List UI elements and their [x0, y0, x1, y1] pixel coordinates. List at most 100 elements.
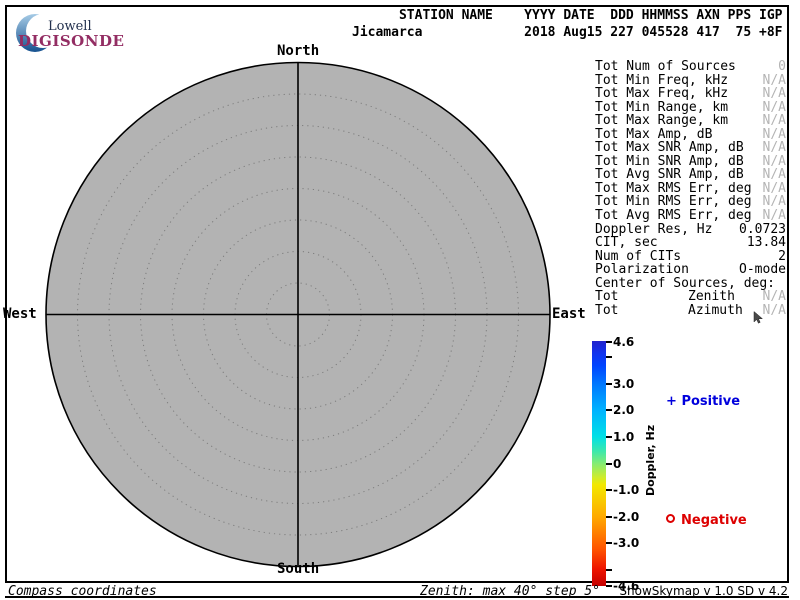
stat-row: Tot Max SNR Amp, dB N/A: [593, 141, 786, 155]
stat-value: N/A: [763, 155, 786, 169]
stat-label: Tot Min RMS Err, deg: [595, 195, 752, 209]
compass-label-north: North: [277, 43, 319, 59]
stat-value: N/A: [763, 304, 786, 318]
stat-label: Tot Avg RMS Err, deg: [595, 209, 752, 223]
stat-row: Tot Min Range, km N/A: [593, 101, 786, 115]
stat-label: Tot Num of Sources: [595, 60, 736, 74]
colorbar-tick: [606, 585, 612, 587]
mouse-cursor-icon: [753, 311, 765, 324]
stat-value: N/A: [763, 209, 786, 223]
stat-label: Tot Min Freq, kHz: [595, 74, 728, 88]
stat-value: N/A: [763, 101, 786, 115]
stat-row: Tot Min RMS Err, deg N/A: [593, 195, 786, 209]
statistics-panel: Tot Num of Sources0Tot Min Freq, kHzN/AT…: [593, 60, 786, 317]
stat-value: N/A: [763, 141, 786, 155]
stat-row: Tot Max Freq, kHz N/A: [593, 87, 786, 101]
stat-label: Tot Max Amp, dB: [595, 128, 712, 142]
stat-value: N/A: [763, 114, 786, 128]
legend-negative: Negative: [666, 513, 747, 528]
stat-label: Doppler Res, Hz: [595, 223, 712, 237]
stat-value: N/A: [763, 182, 786, 196]
stat-row: Tot Num of Sources 0: [593, 60, 786, 74]
showskymap-window: Lowell DIGISONDE STATION NAME YYYY DATE …: [0, 0, 800, 600]
colorbar-tick-label: -4.6: [613, 578, 639, 594]
stat-value: N/A: [763, 168, 786, 182]
stat-value: N/A: [763, 87, 786, 101]
stat-label: Tot Avg SNR Amp, dB: [595, 168, 744, 182]
stat-value: 13.84: [747, 236, 786, 250]
stat-mid-label: Zenith: [688, 290, 735, 304]
stat-row: Polarization O-mode: [593, 263, 786, 277]
colorbar-tick-label: -2.0: [613, 509, 639, 525]
stat-value: O-mode: [739, 263, 786, 277]
stat-row: Tot Zenith N/A: [593, 290, 786, 304]
stat-row: Center of Sources, deg:: [593, 277, 786, 291]
stat-label: Tot Max Freq, kHz: [595, 87, 728, 101]
stat-label: CIT, sec: [595, 236, 658, 250]
brand-digisonde: DIGISONDE: [18, 32, 124, 50]
legend-positive: + Positive: [666, 394, 740, 409]
stat-row: Tot Avg SNR Amp, dB N/A: [593, 168, 786, 182]
colorbar-tick-label: -3.0: [613, 535, 639, 551]
stat-value: 0: [778, 60, 786, 74]
stat-value: 0.0723: [739, 223, 786, 237]
station-header: STATION NAME YYYY DATE DDD HHMMSS AXN PP…: [352, 7, 782, 41]
colorbar-tick: [606, 569, 612, 571]
colorbar-axis-title: Doppler, Hz: [644, 425, 657, 496]
stat-label: Tot Max RMS Err, deg: [595, 182, 752, 196]
stat-row: Tot Avg RMS Err, deg N/A: [593, 209, 786, 223]
stat-value: 2: [778, 250, 786, 264]
stat-value: N/A: [763, 290, 786, 304]
stat-label: Tot Max Range, km: [595, 114, 728, 128]
compass-label-east: East: [552, 306, 586, 322]
stat-label: Tot Max SNR Amp, dB: [595, 141, 744, 155]
compass-label-west: West: [3, 306, 37, 322]
coordinates-caption: Compass coordinates: [8, 584, 157, 599]
stat-label: Num of CITs: [595, 250, 681, 264]
stat-row: CIT, sec 13.84: [593, 236, 786, 250]
version-caption: ShowSkymap v 1.0 SD v 4.2: [619, 584, 788, 598]
colorbar-tick-label: 3.0: [613, 376, 634, 392]
stat-row: Tot Max RMS Err, deg N/A: [593, 182, 786, 196]
stat-mid-label: Azimuth: [688, 304, 743, 318]
colorbar-tick: [606, 489, 612, 491]
doppler-colorbar: [592, 341, 606, 586]
station-header-values: Jicamarca 2018 Aug15 227 045528 417 75 +…: [352, 24, 782, 41]
stat-label: Tot: [595, 290, 618, 304]
colorbar-tick: [606, 341, 612, 343]
stat-row: Tot Min Freq, kHz N/A: [593, 74, 786, 88]
legend-negative-label: Negative: [681, 513, 747, 528]
stat-row: Tot Min SNR Amp, dB N/A: [593, 155, 786, 169]
colorbar-tick-label: 4.6: [613, 334, 634, 350]
colorbar-tick: [606, 356, 612, 358]
legend-positive-label: Positive: [681, 394, 740, 409]
colorbar-tick: [606, 542, 612, 544]
colorbar-tick: [606, 409, 612, 411]
stat-row: Tot Max Amp, dB N/A: [593, 128, 786, 142]
colorbar-tick: [606, 463, 612, 465]
lowell-digisonde-logo: Lowell DIGISONDE: [8, 10, 118, 52]
stat-label: Tot: [595, 304, 618, 318]
colorbar-tick: [606, 383, 612, 385]
stat-label: Tot Min Range, km: [595, 101, 728, 115]
stat-value: N/A: [763, 195, 786, 209]
stat-label: Tot Min SNR Amp, dB: [595, 155, 744, 169]
colorbar-tick: [606, 436, 612, 438]
colorbar-tick-label: 2.0: [613, 402, 634, 418]
station-header-columns: STATION NAME YYYY DATE DDD HHMMSS AXN PP…: [352, 7, 782, 24]
zenith-scale-caption: Zenith: max 40° step 5°: [420, 584, 600, 599]
stat-value: N/A: [763, 74, 786, 88]
colorbar-tick-label: -1.0: [613, 482, 639, 498]
stat-row: Doppler Res, Hz 0.0723: [593, 223, 786, 237]
stat-label: Polarization: [595, 263, 689, 277]
colorbar-tick-label: 0: [613, 456, 621, 472]
stat-row: Num of CITs 2: [593, 250, 786, 264]
stat-label: Center of Sources, deg:: [595, 277, 775, 291]
colorbar-tick-label: 1.0: [613, 429, 634, 445]
stat-value: N/A: [763, 128, 786, 142]
compass-label-south: South: [277, 561, 319, 577]
colorbar-tick: [606, 516, 612, 518]
stat-row: Tot Max Range, km N/A: [593, 114, 786, 128]
positive-marker-icon: +: [666, 394, 677, 409]
negative-marker-icon: [666, 514, 675, 523]
